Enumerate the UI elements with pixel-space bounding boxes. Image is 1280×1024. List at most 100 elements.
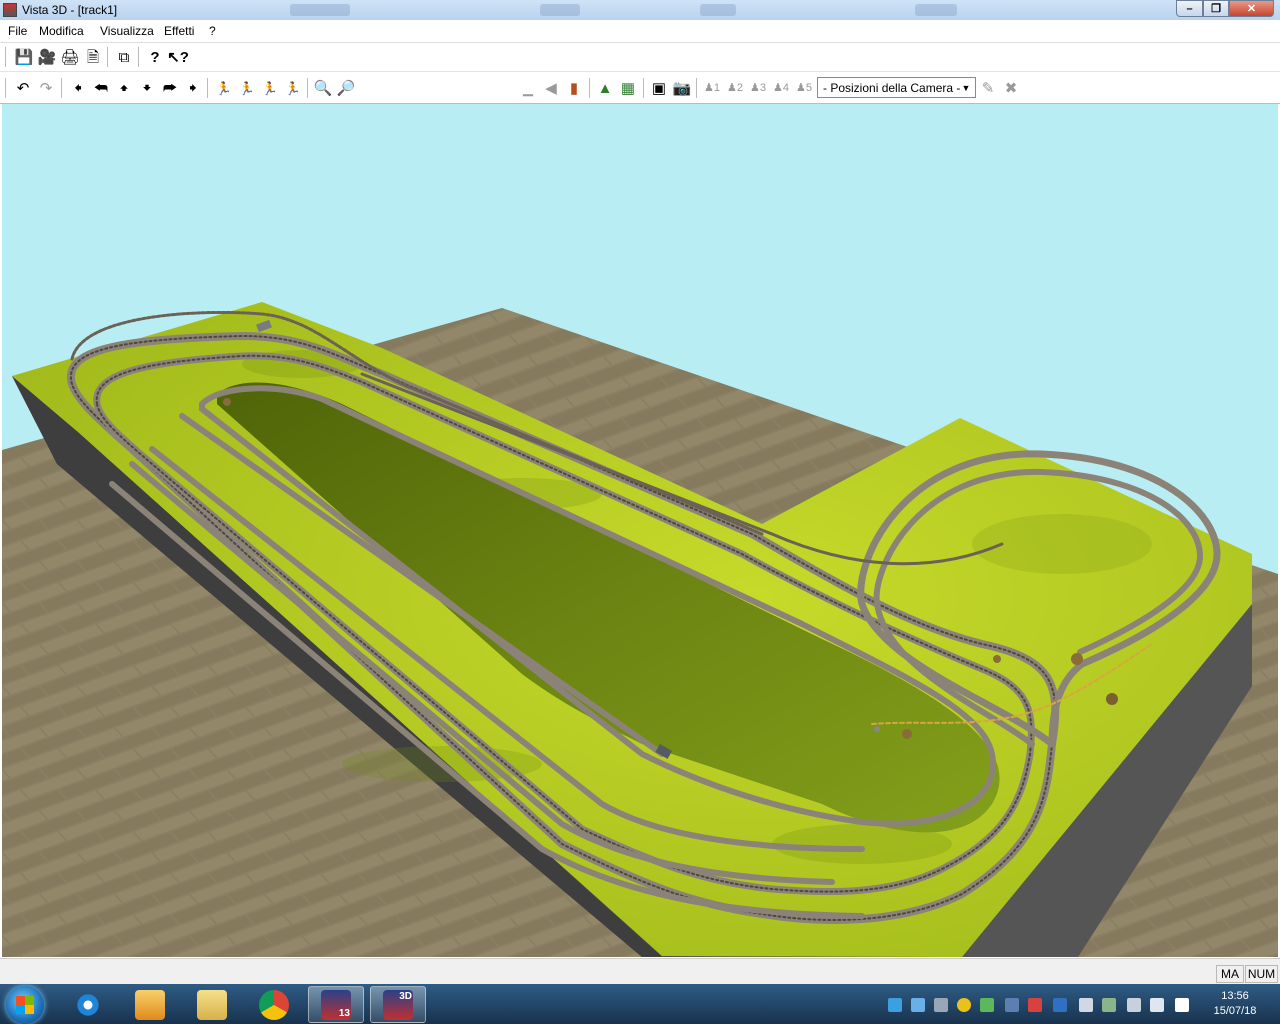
menu-bar: File Modifica Visualizza Effetti ? bbox=[0, 20, 1280, 43]
minimize-button[interactable]: – bbox=[1176, 0, 1203, 17]
taskbar: 13 3D 13:56 15/07/18 bbox=[0, 984, 1280, 1024]
status-bar: MA NUM bbox=[0, 958, 1280, 985]
3d-viewport[interactable] bbox=[2, 104, 1278, 957]
toolbar-grip[interactable] bbox=[5, 78, 9, 98]
redo-icon[interactable]: ↷ bbox=[36, 78, 56, 98]
app-icon[interactable] bbox=[3, 3, 17, 17]
tree bbox=[1071, 653, 1083, 665]
toolbar-separator bbox=[696, 78, 697, 98]
walk-4-icon[interactable]: 🏃 bbox=[283, 78, 303, 98]
speaker-app-icon[interactable] bbox=[1028, 998, 1042, 1012]
turn-left-icon[interactable]: ⮪ bbox=[91, 78, 111, 98]
clock-date: 15/07/18 bbox=[1213, 1005, 1257, 1017]
zoom-out-icon[interactable]: 🔍 bbox=[313, 78, 333, 98]
zoom-in-icon[interactable]: 🔎 bbox=[336, 78, 356, 98]
taskbar-app-wintrack[interactable]: 13 bbox=[308, 986, 364, 1023]
photo-icon[interactable]: 📷 bbox=[672, 78, 692, 98]
wintrack-icon: 13 bbox=[321, 989, 351, 1020]
start-button[interactable] bbox=[6, 986, 44, 1024]
grid-icon[interactable]: ▦ bbox=[618, 78, 638, 98]
toolbar-separator bbox=[643, 78, 644, 98]
context-help-icon[interactable]: ↖? bbox=[167, 47, 189, 67]
toolbar-separator bbox=[107, 47, 108, 67]
menu-file[interactable]: File bbox=[8, 24, 27, 38]
toolbar-grip[interactable] bbox=[5, 47, 9, 67]
chrome-icon bbox=[259, 989, 289, 1020]
arrow-right-icon[interactable]: 🠺 bbox=[183, 78, 203, 98]
camera-slot-4[interactable]: ♟ 4 bbox=[771, 78, 791, 98]
camera-slot-3[interactable]: ♟ 3 bbox=[748, 78, 768, 98]
walk-2-icon[interactable]: 🏃 bbox=[237, 78, 257, 98]
walk-3-icon[interactable]: 🏃 bbox=[260, 78, 280, 98]
wintrack-3d-badge: 3D bbox=[399, 990, 412, 1002]
arrow-up-icon[interactable]: 🠹 bbox=[114, 78, 134, 98]
menu-modifica[interactable]: Modifica bbox=[39, 24, 84, 38]
tree bbox=[1106, 693, 1118, 705]
navigation-toolbar: ↶ ↷ 🠸 ⮪ 🠹 🠻 ⮫ 🠺 🏃 🏃 🏃 🏃 🔍 🔎 ▁ ◀ ▮ ▲ ▦ ▣ … bbox=[0, 73, 1280, 172]
tree bbox=[902, 729, 912, 739]
toolbar-separator bbox=[207, 78, 208, 98]
wintrack-badge: 13 bbox=[338, 1007, 350, 1019]
undo-icon[interactable]: ↶ bbox=[13, 78, 33, 98]
toolbar-separator bbox=[138, 47, 139, 67]
arrow-left-icon[interactable]: 🠸 bbox=[68, 78, 88, 98]
camera-slot-1[interactable]: ♟ 1 bbox=[702, 78, 722, 98]
battery-icon[interactable] bbox=[1102, 998, 1116, 1012]
taskbar-app-chrome[interactable] bbox=[246, 986, 302, 1023]
terrain-icon[interactable]: ▲ bbox=[595, 78, 615, 98]
rock bbox=[874, 726, 880, 732]
taskbar-app-media[interactable] bbox=[122, 986, 178, 1023]
update-icon[interactable] bbox=[980, 998, 994, 1012]
title-bar-reflection bbox=[915, 4, 957, 16]
device-icon[interactable] bbox=[1005, 998, 1019, 1012]
help-icon[interactable]: ? bbox=[145, 47, 165, 67]
camera-delete-icon[interactable]: ✖ bbox=[1001, 78, 1021, 98]
clock-time: 13:56 bbox=[1221, 990, 1249, 1002]
copy-icon[interactable]: ⧉ bbox=[114, 47, 134, 67]
print-preview-icon[interactable]: 🗎 bbox=[83, 47, 103, 67]
camera-slot-5[interactable]: ♟ 5 bbox=[794, 78, 814, 98]
window-controls: – ❐ ✕ bbox=[1176, 0, 1274, 18]
menu-visualizza[interactable]: Visualizza bbox=[100, 24, 154, 38]
chevron-down-icon[interactable]: ▼ bbox=[959, 80, 973, 95]
window-title: Vista 3D - [track1] bbox=[22, 3, 118, 17]
turn-right-icon[interactable]: ⮫ bbox=[160, 78, 180, 98]
sync-icon[interactable] bbox=[934, 998, 948, 1012]
close-button[interactable]: ✕ bbox=[1229, 0, 1274, 17]
internet-explorer-icon bbox=[73, 989, 103, 1020]
taskbar-app-wintrack-3d[interactable]: 3D bbox=[370, 986, 426, 1023]
clock[interactable]: 13:56 15/07/18 bbox=[1200, 989, 1270, 1019]
arrow-down-icon[interactable]: 🠻 bbox=[137, 78, 157, 98]
menu-effetti[interactable]: Effetti bbox=[164, 24, 194, 38]
walk-1-icon[interactable]: 🏃 bbox=[214, 78, 234, 98]
train-icon[interactable]: ▮ bbox=[564, 78, 584, 98]
fit-view-icon[interactable]: ▣ bbox=[649, 78, 669, 98]
action-center-icon[interactable] bbox=[1175, 998, 1189, 1012]
track-layout-scene[interactable] bbox=[2, 104, 1278, 957]
usb-icon[interactable] bbox=[1079, 998, 1093, 1012]
file-explorer-icon bbox=[197, 989, 227, 1020]
menu-help[interactable]: ? bbox=[209, 24, 216, 38]
title-bar-reflection bbox=[290, 4, 350, 16]
ground-icon[interactable]: ▁ bbox=[518, 78, 538, 98]
title-bar-reflection bbox=[540, 4, 580, 16]
dropbox-icon[interactable] bbox=[888, 998, 902, 1012]
security-icon[interactable] bbox=[957, 998, 971, 1012]
sound-icon[interactable]: ◀ bbox=[541, 78, 561, 98]
volume-icon[interactable] bbox=[1150, 998, 1164, 1012]
taskbar-app-explorer[interactable] bbox=[184, 986, 240, 1023]
save-icon[interactable]: 💾 bbox=[14, 47, 34, 67]
print-icon[interactable]: 🖨 bbox=[60, 47, 80, 67]
taskbar-app-ie[interactable] bbox=[60, 986, 116, 1023]
toolbar-separator bbox=[61, 78, 62, 98]
camera-position-select[interactable]: - Posizioni della Camera - ▼ bbox=[817, 77, 976, 98]
network-icon[interactable] bbox=[911, 998, 925, 1012]
network-status-icon[interactable] bbox=[1127, 998, 1141, 1012]
camera-slot-2[interactable]: ♟ 2 bbox=[725, 78, 745, 98]
camera-edit-icon[interactable]: ✎ bbox=[978, 78, 998, 98]
toolbar-separator bbox=[589, 78, 590, 98]
title-bar: Vista 3D - [track1] – ❐ ✕ bbox=[0, 0, 1280, 20]
maximize-button[interactable]: ❐ bbox=[1203, 0, 1229, 17]
camera-icon[interactable]: 🎥 bbox=[37, 47, 57, 67]
bluetooth-icon[interactable] bbox=[1053, 998, 1067, 1012]
